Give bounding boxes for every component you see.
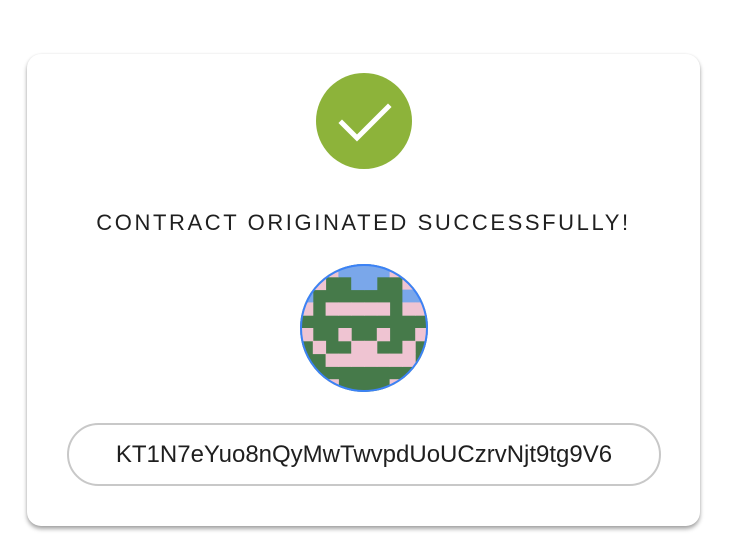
identicon-cell	[402, 276, 416, 291]
identicon-cell	[351, 276, 365, 291]
identicon-cell	[402, 340, 416, 355]
identicon-cell	[351, 264, 365, 278]
identicon-cell	[389, 264, 403, 278]
checkmark-icon	[316, 73, 412, 169]
identicon-cell	[415, 289, 428, 303]
identicon-cell	[415, 328, 428, 342]
identicon-cell	[376, 264, 391, 278]
identicon-cell	[338, 264, 352, 278]
identicon-cell	[300, 366, 314, 380]
identicon-cell	[376, 302, 391, 316]
identicon-cell	[338, 353, 352, 367]
identicon-cell	[312, 340, 327, 355]
identicon-cell	[376, 328, 391, 342]
identicon-cell	[415, 264, 428, 278]
identicon-cell	[364, 302, 378, 316]
origination-success-card: CONTRACT ORIGINATED SUCCESSFULLY! KT1N7e…	[27, 54, 700, 526]
success-title: CONTRACT ORIGINATED SUCCESSFULLY!	[96, 210, 631, 235]
identicon-cell	[325, 264, 339, 278]
identicon-cell	[415, 379, 428, 392]
identicon-cell	[338, 328, 352, 342]
identicon-cell	[351, 302, 365, 316]
success-check-badge	[316, 73, 412, 169]
identicon-cell	[364, 353, 378, 367]
identicon-cell	[351, 353, 365, 367]
identicon-cell	[376, 353, 391, 367]
identicon-cell	[415, 276, 428, 291]
identicon-cell	[312, 276, 327, 291]
identicon-cell	[312, 264, 327, 278]
identicon-cell	[325, 302, 339, 316]
identicon-cell	[325, 379, 339, 392]
identicon-cell	[300, 379, 314, 392]
identicon-cell	[351, 340, 365, 355]
identicon-cell	[389, 353, 403, 367]
contract-identicon	[300, 264, 428, 392]
identicon-cell	[325, 353, 339, 367]
identicon-cell	[402, 289, 416, 303]
checkmark-circle	[316, 73, 412, 169]
contract-address-field[interactable]: KT1N7eYuo8nQyMwTwvpdUoUCzrvNjt9tg9V6	[67, 423, 661, 486]
identicon-cell	[300, 264, 314, 278]
identicon-cell	[415, 366, 428, 380]
identicon-cell	[364, 276, 378, 291]
identicon-cell	[402, 302, 416, 316]
identicon-cell	[402, 264, 416, 278]
identicon-cell	[338, 302, 352, 316]
identicon-cell	[364, 264, 378, 278]
identicon-cell	[364, 340, 378, 355]
identicon-cell	[389, 379, 403, 392]
identicon-cell	[415, 302, 428, 316]
identicon-cell	[300, 276, 314, 291]
identicon-cell	[300, 289, 314, 303]
identicon-cell	[402, 353, 416, 367]
identicon-cell	[300, 302, 314, 316]
identicon-cell	[300, 328, 314, 342]
